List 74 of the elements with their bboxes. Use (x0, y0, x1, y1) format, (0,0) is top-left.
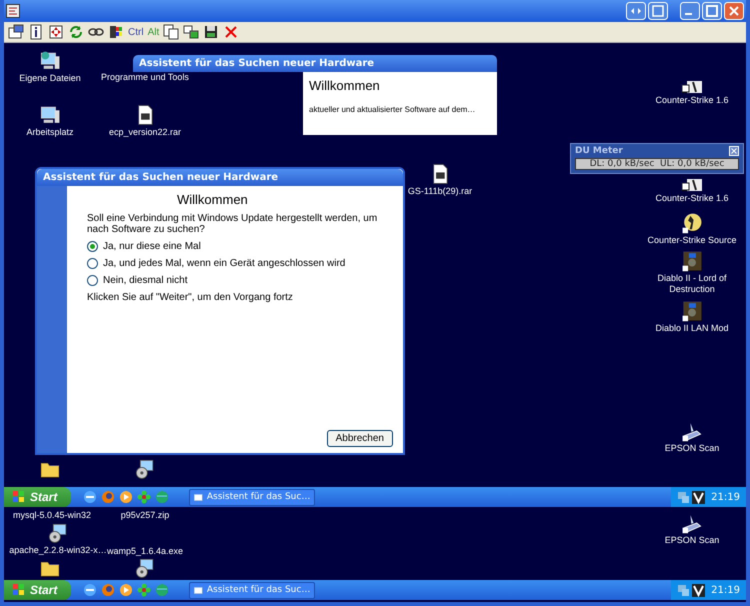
clock: 21:19 (711, 492, 740, 502)
desktop-icon-label[interactable]: Eigene Dateien (19, 73, 81, 84)
radio-button[interactable] (87, 258, 98, 269)
desktop-icon-label[interactable]: mysql-5.0.45-win32 (12, 510, 92, 521)
windows-flag-icon (12, 583, 26, 597)
close-icon[interactable] (223, 24, 240, 40)
options-icon[interactable] (8, 24, 24, 40)
game-shortcut-icon[interactable] (681, 250, 703, 272)
refresh-icon[interactable] (68, 24, 84, 40)
app-icon (6, 4, 20, 18)
wizard-heading: Willkommen (177, 192, 248, 207)
installer-icon[interactable] (47, 522, 69, 544)
close-icon[interactable] (724, 2, 744, 20)
transfer-icon[interactable] (183, 24, 200, 40)
taskbar-button[interactable]: Assistent für das Suc… (189, 582, 316, 598)
desktop-icon-label[interactable]: ecp_version22.rar (108, 127, 182, 138)
widget-title: DU Meter (575, 146, 623, 156)
taskbar-button[interactable]: Assistent für das Suc… (189, 488, 316, 506)
window-icon (194, 584, 203, 596)
shortcut-icon[interactable] (681, 80, 703, 94)
maximize-icon[interactable] (702, 2, 722, 20)
info-icon[interactable] (28, 24, 44, 40)
desktop-icon-label[interactable]: Counter-Strike 1.6 (655, 95, 729, 106)
desktop-icon-label[interactable]: EPSON Scan (664, 443, 720, 454)
option-label[interactable]: Ja, nur diese eine Mal (103, 241, 201, 252)
globe-icon[interactable] (155, 583, 170, 597)
option-label[interactable]: Ja, und jedes Mal, wenn ein Gerät angeschlossen wird (103, 258, 346, 269)
desktop-icon-label[interactable]: GS-111b(29).rar (408, 186, 472, 197)
option-label[interactable]: Nein, diesmal nicht (103, 275, 188, 286)
wizard-question: Soll eine Verbindung mit Windows Update hergestellt werden, um nach Software zu suchen? (87, 213, 378, 235)
desktop-icon-label[interactable]: Arbeitsplatz (26, 127, 74, 138)
key-button[interactable]: Ctrl (128, 26, 144, 38)
transfer-reading: DL: 0,0 kB/sec UL: 0,0 kB/sec (575, 158, 739, 170)
game-shortcut-icon[interactable] (681, 300, 703, 322)
window-title: Assistent für das Suchen neuer Hardware (37, 169, 403, 186)
radio-button[interactable] (87, 241, 98, 252)
flower-icon[interactable] (137, 583, 152, 597)
desktop-icon-label[interactable]: Diablo II - Lord of Destruction (640, 273, 744, 295)
installer-icon[interactable] (134, 557, 156, 579)
desktop-icon-label[interactable]: p95v257.zip (120, 510, 170, 521)
clock: 21:19 (711, 584, 740, 596)
flower-icon[interactable] (137, 490, 152, 504)
window-icon (194, 492, 203, 502)
wizard-hint: Klicken Sie auf "Weiter", um den Vorgang fortz (87, 292, 294, 303)
clipboard-icon[interactable] (163, 24, 180, 40)
game-shortcut-icon[interactable] (681, 212, 703, 234)
desktop-icon-label[interactable]: Programme und Tools (101, 72, 189, 83)
fullscreen-icon[interactable] (48, 24, 64, 40)
wizard-heading: Willkommen (309, 78, 381, 93)
v-logo-icon[interactable] (692, 584, 706, 596)
close-icon[interactable] (729, 146, 739, 156)
desktop-icon-label[interactable]: Counter-Strike Source (647, 235, 737, 246)
radio-button[interactable] (87, 275, 98, 286)
desktop-icon-label[interactable]: wamp5_1.6.4a.exe (106, 546, 184, 557)
media-player-icon[interactable] (119, 583, 134, 597)
globe-icon[interactable] (155, 490, 170, 504)
desktop-icon-label[interactable]: EPSON Scan (664, 535, 720, 546)
wizard-text: aktueller und aktualisierter Software auf dem… (309, 105, 476, 114)
cancel-button[interactable]: Abbrechen (326, 430, 393, 447)
computer-icon[interactable] (39, 104, 61, 126)
desktop-icon-label[interactable]: Diablo II LAN Mod (655, 323, 729, 334)
minimize-icon[interactable] (680, 2, 700, 20)
desktop-icon-label[interactable]: apache_2.2.8-win32-x… (9, 545, 107, 556)
installer-icon[interactable] (134, 458, 156, 480)
v-logo-icon[interactable] (692, 490, 706, 504)
color-flag-icon[interactable] (108, 24, 124, 40)
scale-icon[interactable] (626, 2, 646, 20)
window-icon[interactable] (648, 2, 668, 20)
windows-flag-icon (12, 490, 26, 504)
desktop-icon-label[interactable]: Counter-Strike 1.6 (655, 193, 729, 204)
media-player-icon[interactable] (119, 490, 134, 504)
shortcut-icon[interactable] (681, 178, 703, 192)
window-title: Assistent für das Suchen neuer Hardware (133, 55, 497, 72)
globe-computer-icon[interactable] (39, 50, 61, 72)
